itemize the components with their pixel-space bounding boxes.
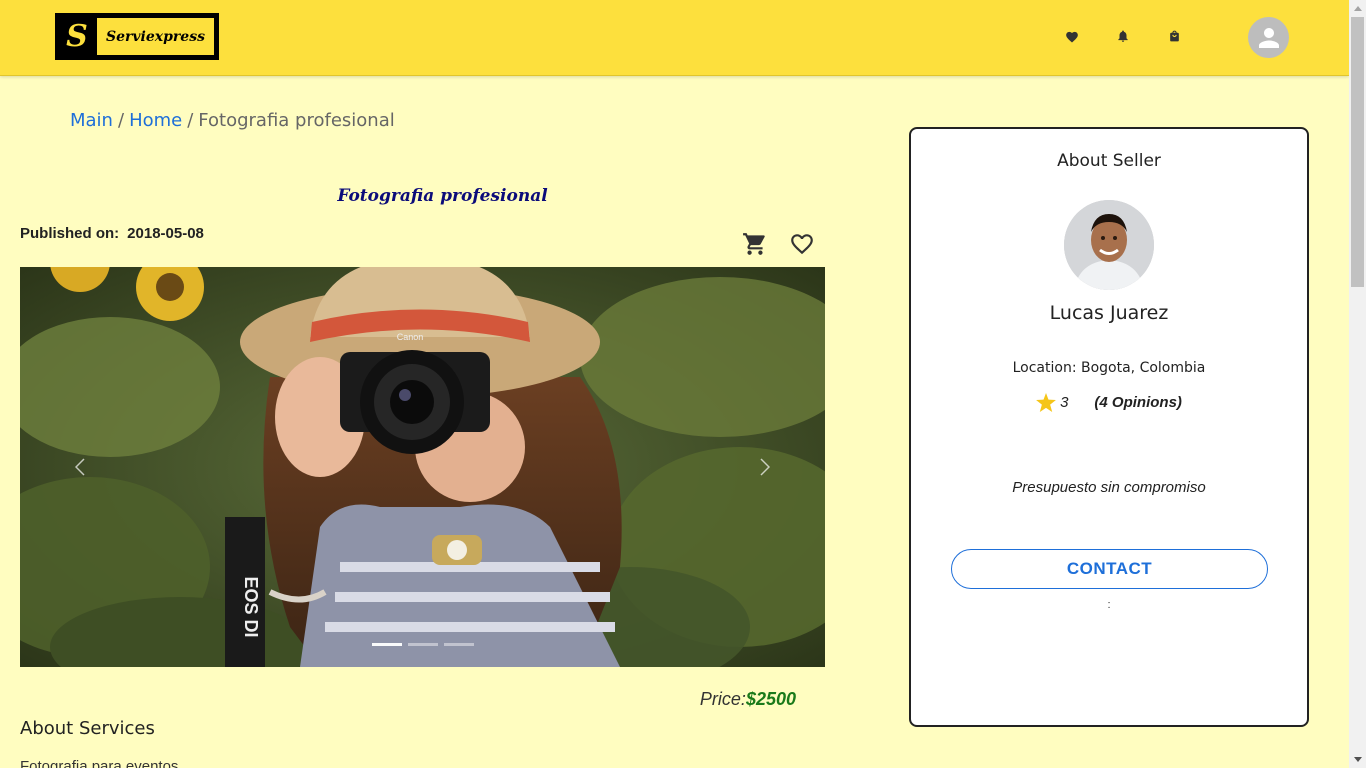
carousel-indicator-3[interactable] bbox=[444, 643, 474, 646]
seller-footer-text: : bbox=[1107, 599, 1111, 611]
logo-text: Serviexpress bbox=[97, 18, 214, 55]
carousel-next-chevron-icon[interactable] bbox=[758, 455, 772, 479]
serviexpress-logo[interactable]: S Serviexpress bbox=[55, 13, 219, 60]
account-avatar-button[interactable] bbox=[1248, 17, 1289, 58]
about-services-heading: About Services bbox=[20, 718, 155, 739]
seller-card: About Seller Lucas Juarez Location: Bogo… bbox=[909, 127, 1309, 727]
camera-brand-text: Canon bbox=[397, 332, 424, 342]
top-navbar: S Serviexpress bbox=[0, 0, 1349, 76]
service-price: Price:$2500 bbox=[600, 689, 796, 710]
carousel-prev-chevron-icon[interactable] bbox=[73, 455, 87, 479]
logo-mark: S bbox=[57, 15, 97, 58]
rating-value: 3 bbox=[1060, 394, 1069, 411]
published-info: Published on: 2018-05-08 bbox=[20, 225, 204, 242]
star-icon bbox=[1036, 393, 1056, 412]
seller-name: Lucas Juarez bbox=[1049, 302, 1169, 324]
breadcrumb-home-link[interactable]: Home bbox=[129, 110, 182, 131]
carousel-indicator-1[interactable] bbox=[372, 643, 402, 646]
page-scrollbar[interactable] bbox=[1349, 0, 1366, 768]
camera-strap-text: EOS DI bbox=[241, 576, 261, 637]
service-image-carousel[interactable]: EOS DI Canon bbox=[20, 267, 825, 667]
contact-button[interactable]: CONTACT bbox=[951, 549, 1268, 589]
breadcrumb-main-link[interactable]: Main bbox=[70, 110, 113, 131]
photographer-photo: EOS DI Canon bbox=[20, 267, 825, 667]
seller-location: Location: Bogota, Colombia bbox=[1012, 360, 1206, 376]
service-title: Fotografia profesional bbox=[337, 186, 548, 206]
price-label: Price: bbox=[699, 689, 746, 709]
carousel-indicator-2[interactable] bbox=[408, 643, 438, 646]
scroll-thumb[interactable] bbox=[1351, 17, 1364, 287]
add-to-cart-icon[interactable] bbox=[742, 231, 768, 257]
service-description: Fotografia para eventos bbox=[20, 758, 179, 768]
scroll-up-arrow-icon[interactable] bbox=[1349, 0, 1366, 17]
breadcrumb: Main / Home / Fotografia profesional bbox=[70, 110, 395, 131]
breadcrumb-separator: / bbox=[187, 110, 194, 131]
published-label: Published on: bbox=[20, 225, 120, 242]
bell-icon[interactable] bbox=[1115, 28, 1131, 44]
seller-rating: 3 (4 Opinions) bbox=[911, 393, 1307, 412]
seller-heading: About Seller bbox=[1057, 151, 1161, 171]
scroll-down-arrow-icon[interactable] bbox=[1349, 751, 1366, 768]
shopping-bag-icon[interactable] bbox=[1166, 28, 1182, 44]
opinions-count[interactable]: (4 Opinions) bbox=[1094, 394, 1182, 411]
heart-icon[interactable] bbox=[1064, 28, 1080, 44]
seller-tagline: Presupuesto sin compromiso bbox=[1012, 479, 1206, 496]
published-date: 2018-05-08 bbox=[127, 225, 204, 242]
carousel-indicators bbox=[372, 643, 474, 646]
price-value: $2500 bbox=[745, 689, 796, 709]
breadcrumb-current: Fotografia profesional bbox=[198, 110, 395, 131]
seller-avatar bbox=[1064, 200, 1154, 290]
breadcrumb-separator: / bbox=[117, 110, 125, 131]
account-icon bbox=[1258, 27, 1279, 48]
favorite-heart-outline-icon[interactable] bbox=[789, 231, 815, 257]
